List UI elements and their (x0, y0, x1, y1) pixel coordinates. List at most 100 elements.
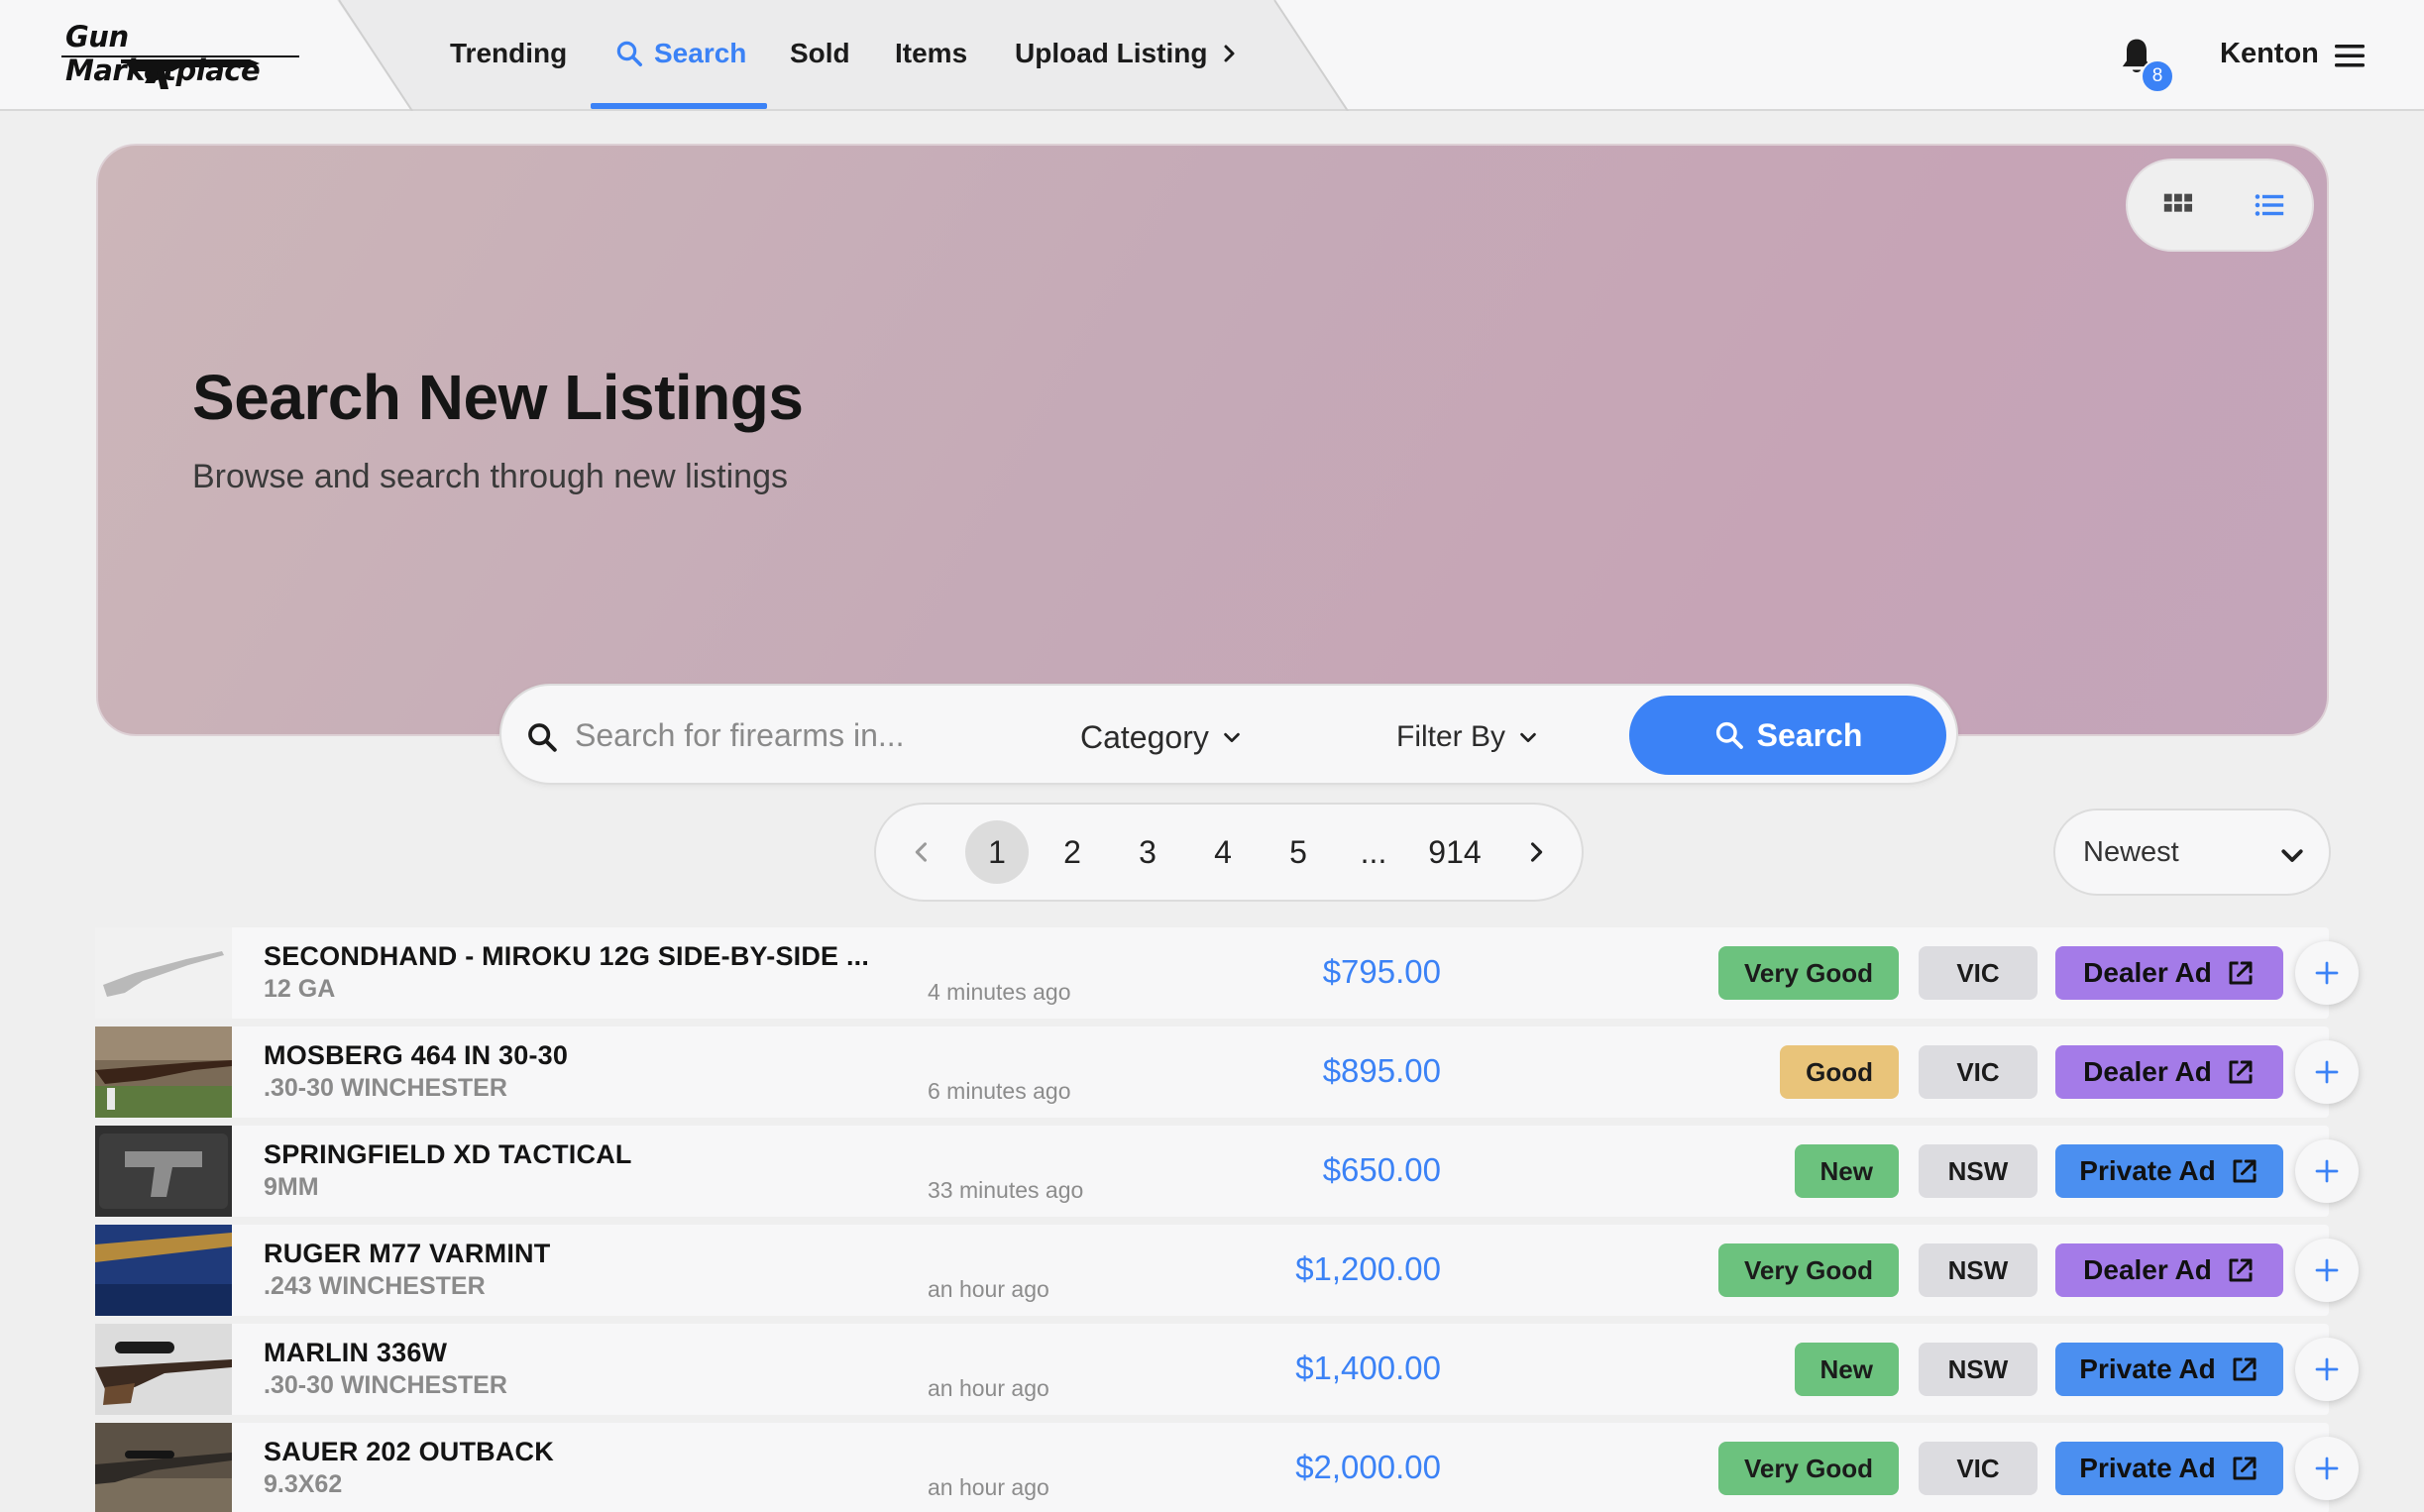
state-badge: NSW (1919, 1144, 2038, 1198)
listing-caliber: .243 WINCHESTER (264, 1272, 486, 1300)
page-number[interactable]: 2 (1041, 820, 1104, 884)
nav-tab-label: Search (654, 38, 747, 68)
add-to-watchlist-button[interactable] (2295, 1239, 2359, 1302)
nav-tab-label: Items (895, 38, 968, 68)
ad-type-label: Private Ad (2079, 1353, 2216, 1384)
previous-page-icon[interactable] (908, 838, 936, 866)
nav-tab-search[interactable]: Search (614, 32, 746, 75)
external-link-icon (2229, 1060, 2253, 1084)
hero-banner (96, 144, 2329, 736)
listing-row[interactable]: MOSBERG 464 IN 30-30 .30-30 WINCHESTER 6… (95, 1026, 2359, 1118)
listing-thumbnail[interactable] (95, 1423, 232, 1512)
add-to-watchlist-button[interactable] (2295, 941, 2359, 1005)
grid-view-icon[interactable] (2161, 188, 2195, 222)
category-dropdown[interactable]: Category (1080, 715, 1243, 759)
chevron-down-icon (1224, 732, 1240, 743)
page-subtitle: Browse and search through new listings (192, 458, 788, 495)
add-to-watchlist-button[interactable] (2295, 1338, 2359, 1401)
listing-price-wrap: $795.00 (1126, 927, 1441, 1019)
plus-icon (2315, 961, 2339, 985)
search-input[interactable] (575, 705, 991, 765)
listing-title: MARLIN 336W (264, 1338, 448, 1367)
listing-price-wrap: $1,400.00 (1126, 1324, 1441, 1415)
ad-type-label: Dealer Ad (2083, 957, 2212, 988)
listing-thumbnail[interactable] (95, 1126, 232, 1217)
nav-tab-label: Trending (450, 38, 568, 68)
page-number-current[interactable]: 1 (965, 820, 1029, 884)
ad-type-button[interactable]: Private Ad (2055, 1343, 2283, 1396)
ad-type-label: Dealer Ad (2083, 1056, 2212, 1087)
user-name[interactable]: Kenton (2220, 38, 2319, 70)
listing-title: SPRINGFIELD XD TACTICAL (264, 1139, 632, 1169)
search-button[interactable]: Search (1629, 696, 1946, 775)
nav-tab-trending[interactable]: Trending (450, 32, 567, 75)
listing-row[interactable]: SECONDHAND - MIROKU 12G SIDE-BY-SIDE ...… (95, 927, 2359, 1019)
ad-type-button[interactable]: Private Ad (2055, 1144, 2283, 1198)
external-link-icon (2233, 1357, 2257, 1381)
ad-type-label: Private Ad (2079, 1453, 2216, 1483)
listing-caliber: 9.3X62 (264, 1470, 343, 1498)
filter-by-dropdown[interactable]: Filter By (1396, 715, 1539, 759)
listing-title: RUGER M77 VARMINT (264, 1239, 551, 1268)
category-dropdown-label: Category (1080, 718, 1209, 755)
state-badge: VIC (1919, 1442, 2038, 1495)
search-icon (528, 723, 557, 752)
listing-time: an hour ago (928, 1375, 1049, 1401)
list-view-icon[interactable] (2253, 188, 2286, 222)
ad-type-button[interactable]: Dealer Ad (2055, 1045, 2283, 1099)
listing-price-wrap: $650.00 (1126, 1126, 1441, 1217)
listing-title: SAUER 202 OUTBACK (264, 1437, 554, 1466)
add-to-watchlist-button[interactable] (2295, 1040, 2359, 1104)
page-number[interactable]: 5 (1267, 820, 1330, 884)
listing-price-wrap: $1,200.00 (1126, 1225, 1441, 1316)
listing-thumbnail[interactable] (95, 927, 232, 1019)
sort-select[interactable]: Newest (2053, 809, 2331, 896)
listing-caliber: 9MM (264, 1173, 319, 1201)
listing-price-wrap: $895.00 (1126, 1026, 1441, 1118)
hamburger-menu-icon[interactable] (2333, 42, 2367, 69)
listing-row[interactable]: SAUER 202 OUTBACK 9.3X62 an hour ago $2,… (95, 1423, 2359, 1512)
nav-tab-upload-listing[interactable]: Upload Listing (1015, 32, 1241, 75)
listing-price: $650.00 (1322, 1151, 1441, 1188)
listing-time: 33 minutes ago (928, 1177, 1084, 1203)
listing-price: $895.00 (1322, 1052, 1441, 1089)
listing-title: MOSBERG 464 IN 30-30 (264, 1040, 569, 1070)
ad-type-button[interactable]: Dealer Ad (2055, 1243, 2283, 1297)
add-to-watchlist-button[interactable] (2295, 1139, 2359, 1203)
bolt-rifle-photo-image (95, 1423, 232, 1512)
listing-caliber: .30-30 WINCHESTER (264, 1074, 507, 1102)
listing-thumbnail[interactable] (95, 1324, 232, 1415)
ad-type-button[interactable]: Private Ad (2055, 1442, 2283, 1495)
external-link-icon (2229, 961, 2253, 985)
page-number-last[interactable]: 914 (1423, 820, 1487, 884)
page-title: Search New Listings (192, 362, 804, 433)
nav-band-right-edge (1273, 0, 1349, 111)
listing-row[interactable]: SPRINGFIELD XD TACTICAL 9MM 33 minutes a… (95, 1126, 2359, 1217)
page-number[interactable]: 4 (1191, 820, 1255, 884)
listing-row[interactable]: MARLIN 336W .30-30 WINCHESTER an hour ag… (95, 1324, 2359, 1415)
plus-icon (2315, 1457, 2339, 1480)
condition-badge: New (1794, 1343, 1899, 1396)
nav-tab-sold[interactable]: Sold (790, 32, 850, 75)
nav-tab-items[interactable]: Items (895, 32, 967, 75)
listing-thumbnail[interactable] (95, 1026, 232, 1118)
nav-band-left-edge (338, 0, 413, 111)
listing-time: 6 minutes ago (928, 1078, 1071, 1104)
listing-thumbnail[interactable] (95, 1225, 232, 1316)
page-ellipsis: ... (1360, 833, 1387, 870)
search-icon (1715, 721, 1743, 749)
listing-time: 4 minutes ago (928, 979, 1071, 1005)
listing-price-wrap: $2,000.00 (1126, 1423, 1441, 1512)
state-badge: VIC (1919, 946, 2038, 1000)
active-tab-indicator (591, 103, 767, 109)
brand-logo[interactable]: Gun Marketplace (61, 20, 303, 91)
listing-row[interactable]: RUGER M77 VARMINT .243 WINCHESTER an hou… (95, 1225, 2359, 1316)
scoped-rifle-photo-image (95, 1324, 232, 1415)
condition-badge: Good (1780, 1045, 1899, 1099)
search-button-label: Search (1756, 716, 1863, 753)
ad-type-button[interactable]: Dealer Ad (2055, 946, 2283, 1000)
plus-icon (2315, 1060, 2339, 1084)
next-page-icon[interactable] (1522, 838, 1550, 866)
page-number[interactable]: 3 (1116, 820, 1179, 884)
add-to-watchlist-button[interactable] (2295, 1437, 2359, 1500)
